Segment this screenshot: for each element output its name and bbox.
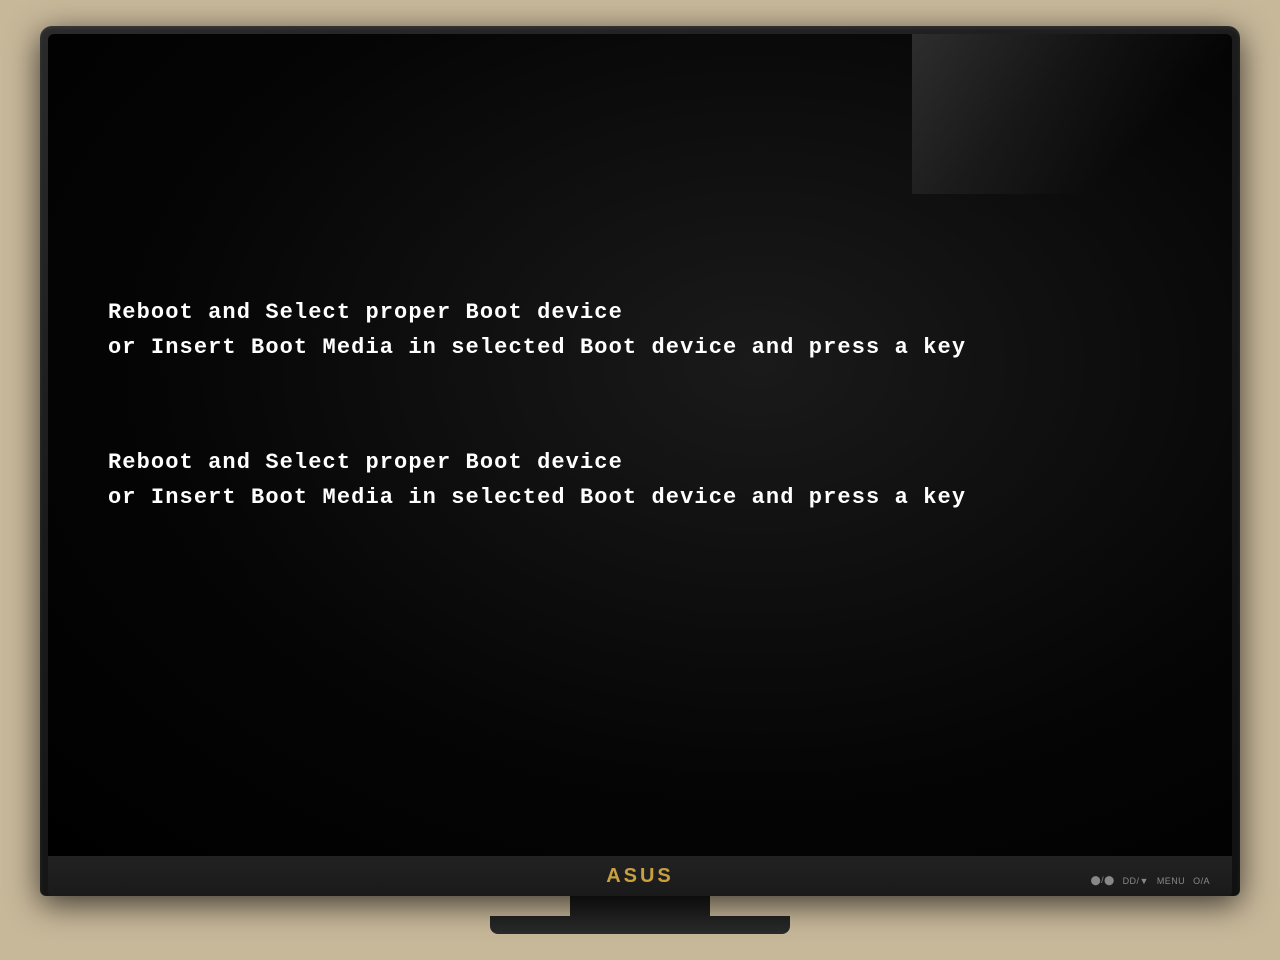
control-label-4: O/A: [1193, 876, 1210, 886]
monitor-stand-base: [490, 916, 790, 934]
monitor-bottom-bar: ASUS ⬤/⬤ DD/▼ MENU O/A: [48, 856, 1232, 896]
monitor-outer: Reboot and Select proper Boot device or …: [40, 26, 1240, 896]
control-label-1: ⬤/⬤: [1091, 875, 1115, 886]
error-1-line1: Reboot and Select proper Boot device: [108, 295, 1172, 330]
control-label-2: DD/▼: [1123, 876, 1149, 886]
monitor-stand-neck: [570, 896, 710, 916]
error-2-line2: or Insert Boot Media in selected Boot de…: [108, 480, 1172, 515]
screen-content: Reboot and Select proper Boot device or …: [48, 34, 1232, 856]
error-1-line2: or Insert Boot Media in selected Boot de…: [108, 330, 1172, 365]
error-block-2: Reboot and Select proper Boot device or …: [108, 445, 1172, 515]
monitor-controls[interactable]: ⬤/⬤ DD/▼ MENU O/A: [1091, 875, 1210, 886]
asus-logo: ASUS: [606, 865, 674, 888]
error-2-line1: Reboot and Select proper Boot device: [108, 445, 1172, 480]
error-block-1: Reboot and Select proper Boot device or …: [108, 295, 1172, 365]
control-label-3: MENU: [1157, 876, 1185, 886]
screen-bezel: Reboot and Select proper Boot device or …: [48, 34, 1232, 856]
